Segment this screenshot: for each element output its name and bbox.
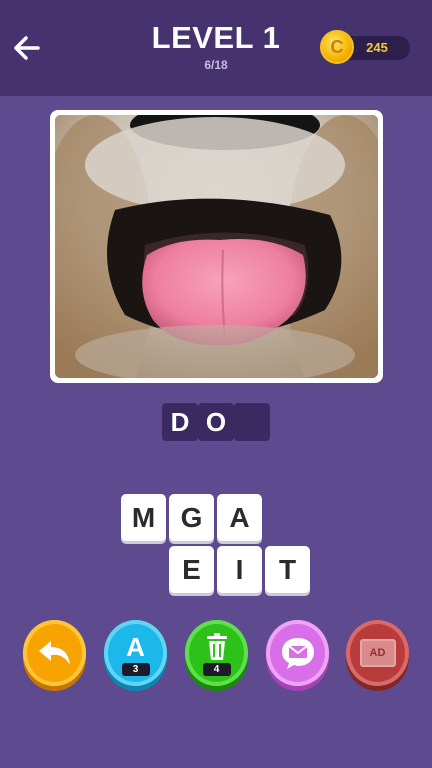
trash-icon — [206, 633, 227, 660]
letter-tile[interactable]: T — [265, 546, 310, 593]
letter-tile[interactable]: G — [169, 494, 214, 541]
letter-tile[interactable]: M — [121, 494, 166, 541]
reveal-letter-button[interactable]: A 3 — [104, 620, 167, 686]
answer-slot[interactable]: D — [162, 403, 198, 441]
share-button[interactable] — [266, 620, 329, 686]
letter-tile[interactable]: I — [217, 546, 262, 593]
letter-tile[interactable]: A — [217, 494, 262, 541]
puzzle-image — [55, 115, 378, 378]
reveal-letter-icon: A — [126, 631, 145, 662]
level-progress: 6/18 — [204, 58, 228, 72]
remove-letters-count: 4 — [202, 663, 231, 676]
film-ad-icon: AD — [359, 639, 396, 667]
coin-count: 245 — [366, 40, 388, 55]
remove-letters-button[interactable]: 4 — [185, 620, 248, 686]
message-icon — [281, 638, 314, 669]
undo-button[interactable] — [23, 620, 86, 686]
puzzle-image-frame — [50, 110, 383, 383]
reveal-letter-count: 3 — [121, 663, 150, 676]
letter-tile[interactable]: E — [169, 546, 214, 593]
watch-ad-button[interactable]: AD — [346, 620, 409, 686]
answer-slot[interactable]: O — [198, 403, 234, 441]
coin-balance[interactable]: C 245 — [320, 30, 410, 64]
coin-icon: C — [320, 30, 354, 64]
ad-label: AD — [369, 647, 386, 659]
undo-arrow-icon — [38, 641, 70, 665]
answer-slot[interactable] — [234, 403, 270, 441]
